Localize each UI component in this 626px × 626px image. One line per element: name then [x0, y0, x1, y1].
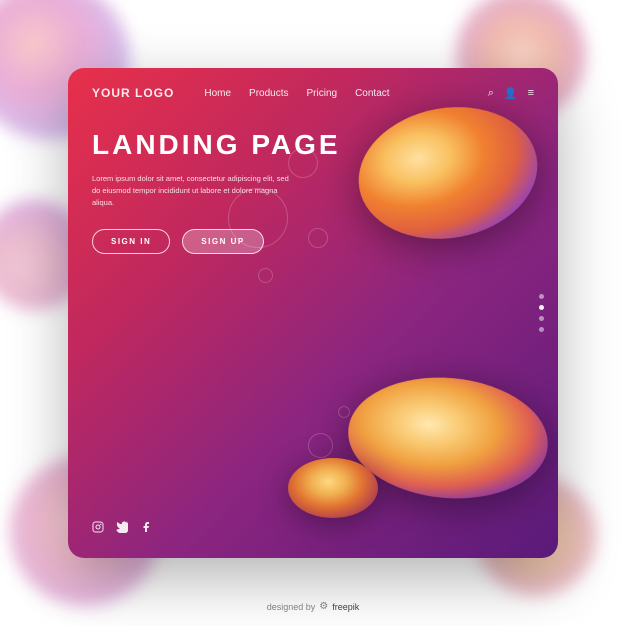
twitter-icon[interactable] [116, 521, 128, 536]
hero-content: LANDING PAGE Lorem ipsum dolor sit amet,… [68, 100, 558, 254]
side-dots [539, 294, 544, 332]
navbar: YOUR LOGO Home Products Pricing Contact … [68, 68, 558, 100]
dot-2[interactable] [539, 305, 544, 310]
footer-attribution: designed by ⚙ freepik [267, 601, 360, 612]
search-icon[interactable]: ⌕ [488, 87, 494, 100]
designed-by-text: designed by [267, 602, 316, 612]
hero-description: Lorem ipsum dolor sit amet, consectetur … [92, 173, 292, 209]
signup-button[interactable]: SIGN UP [182, 229, 263, 254]
instagram-icon[interactable] [92, 521, 104, 536]
hero-title: LANDING PAGE [92, 130, 534, 161]
dot-3[interactable] [539, 316, 544, 321]
brand-name: freepik [332, 602, 359, 612]
signin-button[interactable]: SIGN IN [92, 229, 170, 254]
nav-contact[interactable]: Contact [355, 88, 389, 99]
page-wrapper: YOUR LOGO Home Products Pricing Contact … [0, 0, 626, 626]
dot-1[interactable] [539, 294, 544, 299]
nav-links: Home Products Pricing Contact [204, 88, 487, 99]
blob-3d-small [288, 458, 378, 518]
nav-icons: ⌕ 👤 ≡ [488, 87, 534, 100]
button-group: SIGN IN SIGN UP [92, 229, 534, 254]
nav-products[interactable]: Products [249, 88, 288, 99]
deco-circle-4 [258, 268, 273, 283]
user-icon[interactable]: 👤 [504, 87, 518, 100]
nav-home[interactable]: Home [204, 88, 231, 99]
dot-4[interactable] [539, 327, 544, 332]
nav-pricing[interactable]: Pricing [307, 88, 338, 99]
blob-3d-bottom [343, 370, 553, 507]
deco-circle-5 [308, 433, 333, 458]
freepik-icon: ⚙ [319, 601, 328, 612]
deco-circle-6 [338, 406, 350, 418]
menu-icon[interactable]: ≡ [528, 87, 534, 99]
logo: YOUR LOGO [92, 86, 174, 100]
landing-card: YOUR LOGO Home Products Pricing Contact … [68, 68, 558, 558]
social-icons [92, 521, 152, 536]
facebook-icon[interactable] [140, 521, 152, 536]
